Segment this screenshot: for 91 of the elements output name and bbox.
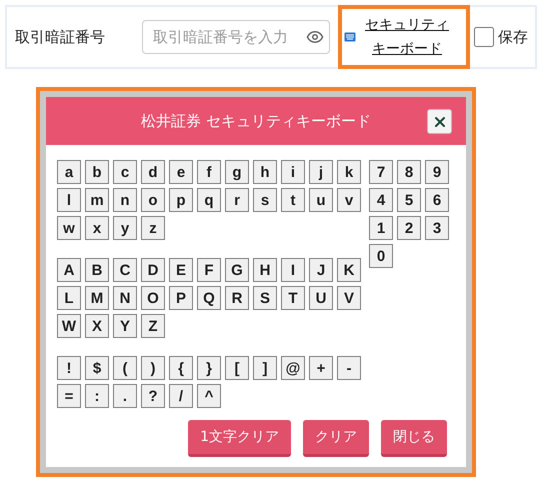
key[interactable]: g [225, 160, 249, 184]
key[interactable]: 2 [397, 216, 421, 240]
key[interactable]: y [113, 216, 137, 240]
key[interactable]: S [253, 286, 277, 310]
save-label: 保存 [498, 28, 528, 46]
key[interactable]: o [141, 188, 165, 212]
key[interactable]: K [337, 258, 361, 282]
key[interactable]: l [57, 188, 81, 212]
key[interactable]: P [169, 286, 193, 310]
action-button[interactable]: 1文字クリア [188, 420, 291, 457]
key[interactable]: N [113, 286, 137, 310]
key[interactable]: I [281, 258, 305, 282]
key[interactable]: ? [141, 384, 165, 408]
key[interactable]: $ [85, 356, 109, 380]
key[interactable]: e [169, 160, 193, 184]
key[interactable]: M [85, 286, 109, 310]
eye-icon[interactable] [306, 28, 324, 46]
key[interactable]: x [85, 216, 109, 240]
key[interactable]: 6 [425, 188, 449, 212]
key[interactable]: = [57, 384, 81, 408]
key[interactable]: ( [113, 356, 137, 380]
key[interactable]: h [253, 160, 277, 184]
key[interactable]: [ [225, 356, 249, 380]
key[interactable]: f [197, 160, 221, 184]
key[interactable]: n [113, 188, 137, 212]
keyboard-link[interactable]: セキュリティキーボード [362, 13, 452, 61]
key[interactable]: Y [113, 314, 137, 338]
key[interactable]: T [281, 286, 305, 310]
key[interactable]: ^ [197, 384, 221, 408]
key[interactable]: @ [281, 356, 305, 380]
close-button[interactable] [427, 109, 452, 134]
key[interactable]: i [281, 160, 305, 184]
key[interactable]: { [169, 356, 193, 380]
key[interactable]: J [309, 258, 333, 282]
key[interactable]: j [309, 160, 333, 184]
key[interactable]: w [57, 216, 81, 240]
key[interactable]: k [337, 160, 361, 184]
key[interactable]: 3 [425, 216, 449, 240]
key[interactable]: 4 [369, 188, 393, 212]
key[interactable]: m [85, 188, 109, 212]
key[interactable]: A [57, 258, 81, 282]
key[interactable]: 1 [369, 216, 393, 240]
key[interactable]: Q [197, 286, 221, 310]
key[interactable]: + [309, 356, 333, 380]
key[interactable]: r [225, 188, 249, 212]
key[interactable]: 8 [397, 160, 421, 184]
keyboard-icon [344, 32, 356, 42]
key[interactable]: t [281, 188, 305, 212]
key[interactable]: B [85, 258, 109, 282]
key[interactable]: z [141, 216, 165, 240]
key[interactable]: O [141, 286, 165, 310]
key[interactable]: / [169, 384, 193, 408]
key[interactable]: C [113, 258, 137, 282]
key[interactable]: s [253, 188, 277, 212]
key[interactable]: ! [57, 356, 81, 380]
key[interactable]: L [57, 286, 81, 310]
key[interactable]: 7 [369, 160, 393, 184]
dialog-title: 松井証券 セキュリティキーボード [141, 112, 371, 130]
key[interactable]: G [225, 258, 249, 282]
key[interactable]: : [85, 384, 109, 408]
key[interactable]: 9 [425, 160, 449, 184]
key[interactable]: H [253, 258, 277, 282]
action-button[interactable]: クリア [303, 420, 369, 457]
key[interactable]: b [85, 160, 109, 184]
key[interactable]: V [337, 286, 361, 310]
key[interactable]: q [197, 188, 221, 212]
key[interactable]: 0 [369, 244, 393, 268]
key[interactable]: p [169, 188, 193, 212]
key[interactable]: u [309, 188, 333, 212]
key[interactable]: - [337, 356, 361, 380]
save-checkbox[interactable] [474, 27, 494, 47]
key[interactable]: X [85, 314, 109, 338]
field-label: 取引暗証番号 [15, 28, 106, 46]
key[interactable]: a [57, 160, 81, 184]
action-button[interactable]: 閉じる [381, 420, 447, 457]
input-field[interactable]: 取引暗証番号を入力 [142, 20, 330, 54]
key[interactable]: d [141, 160, 165, 184]
key[interactable]: F [197, 258, 221, 282]
key[interactable]: v [337, 188, 361, 212]
key[interactable]: E [169, 258, 193, 282]
key[interactable]: Z [141, 314, 165, 338]
key[interactable]: . [113, 384, 137, 408]
key[interactable]: W [57, 314, 81, 338]
key[interactable]: 5 [397, 188, 421, 212]
key[interactable]: c [113, 160, 137, 184]
key[interactable]: D [141, 258, 165, 282]
key[interactable]: } [197, 356, 221, 380]
key[interactable]: ) [141, 356, 165, 380]
key[interactable]: ] [253, 356, 277, 380]
key[interactable]: R [225, 286, 249, 310]
key[interactable]: U [309, 286, 333, 310]
